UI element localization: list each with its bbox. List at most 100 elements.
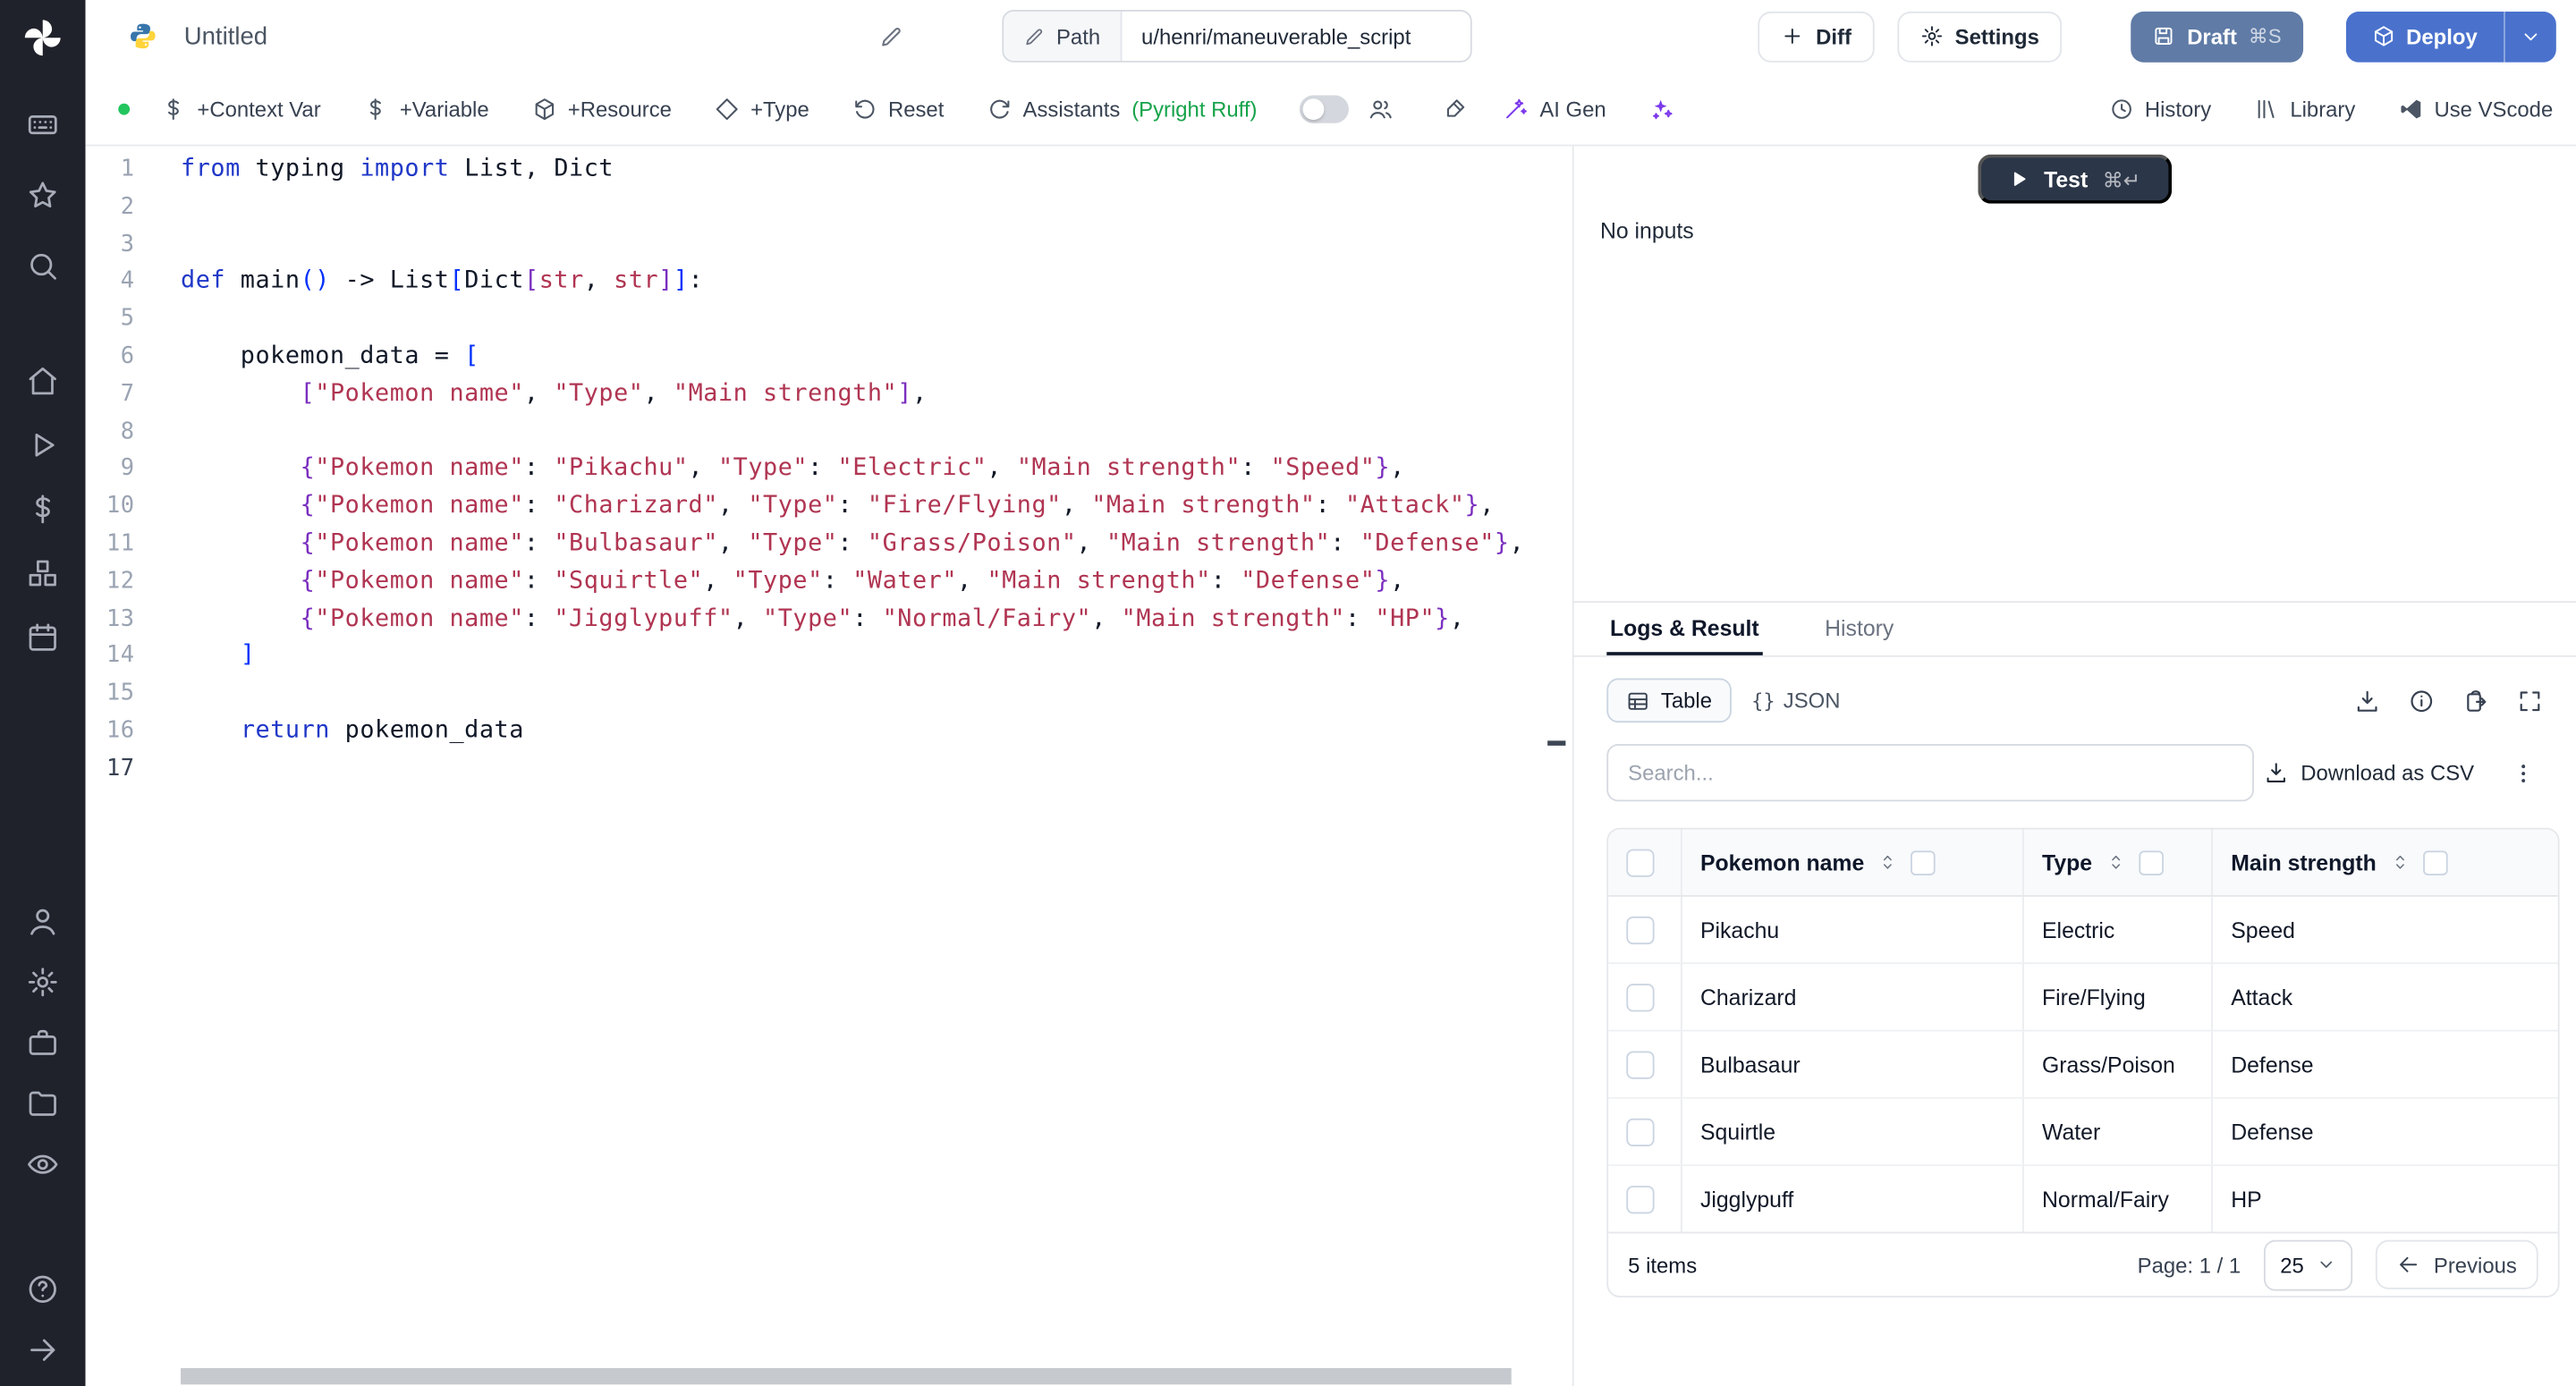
- schedules-icon[interactable]: [26, 621, 59, 654]
- table-cell: Water: [2022, 1099, 2211, 1164]
- deploy-button[interactable]: Deploy: [2345, 11, 2504, 62]
- folders-icon[interactable]: [26, 1087, 59, 1120]
- download-csv-label: Download as CSV: [2301, 760, 2474, 785]
- overview-ruler-cursor-mark: [1547, 740, 1565, 746]
- assistant-toggle[interactable]: [1300, 95, 1349, 123]
- download-icon[interactable]: [2354, 688, 2380, 714]
- tab-logs-result[interactable]: Logs & Result: [1606, 603, 1762, 655]
- runs-icon[interactable]: [26, 428, 59, 461]
- collapse-icon[interactable]: [26, 1333, 59, 1366]
- users-icon: [1368, 96, 1394, 121]
- download-icon: [2263, 760, 2288, 785]
- help-icon[interactable]: [26, 1272, 59, 1306]
- items-count: 5 items: [1628, 1252, 1697, 1277]
- user-icon[interactable]: [26, 905, 59, 938]
- code-line: 13 {"Pokemon name": "Jigglypuff", "Type"…: [86, 600, 1572, 638]
- workers-icon[interactable]: [26, 1027, 59, 1060]
- table-row: BulbasaurGrass/PoisonDefense: [1608, 1031, 2558, 1098]
- star-icon[interactable]: [26, 179, 59, 212]
- more-options-button[interactable]: [2510, 759, 2536, 785]
- test-label: Test: [2044, 166, 2088, 191]
- package-icon: [2372, 25, 2395, 48]
- row-checkbox[interactable]: [1626, 1118, 1654, 1145]
- ai-suggest-button[interactable]: [1648, 96, 1674, 121]
- copy-icon[interactable]: [2462, 688, 2488, 714]
- table-row: SquirtleWaterDefense: [1608, 1099, 2558, 1166]
- keyboard-icon[interactable]: [26, 108, 59, 141]
- info-icon[interactable]: [2409, 688, 2435, 714]
- add-resource-button[interactable]: +Resource: [531, 96, 672, 121]
- page-size-select[interactable]: 25: [2264, 1239, 2353, 1290]
- top-bar: Untitled Path Diff Settings: [86, 0, 2576, 72]
- column-header-label: Pokemon name: [1700, 849, 1864, 875]
- main-column: Untitled Path Diff Settings: [86, 0, 2576, 1386]
- code-line: 5: [86, 300, 1572, 338]
- code-editor[interactable]: 1from typing import List, Dict234def mai…: [86, 146, 1572, 1386]
- settings-icon[interactable]: [26, 966, 59, 999]
- sort-icon[interactable]: [1877, 850, 1897, 874]
- reset-label: Reset: [888, 96, 944, 121]
- variables-icon[interactable]: [26, 493, 59, 526]
- home-icon[interactable]: [26, 365, 59, 398]
- column-header-label: Type: [2042, 849, 2092, 875]
- add-type-button[interactable]: +Type: [715, 96, 809, 121]
- tab-history[interactable]: History: [1821, 603, 1897, 655]
- line-number: 12: [86, 563, 135, 601]
- reset-button[interactable]: Reset: [852, 96, 945, 121]
- row-checkbox[interactable]: [1626, 1051, 1654, 1078]
- format-button[interactable]: [1443, 96, 1468, 121]
- add-context-var-button[interactable]: +Context Var: [161, 96, 321, 121]
- multiplayer-button[interactable]: [1368, 96, 1394, 121]
- download-csv-button[interactable]: Download as CSV: [2263, 760, 2474, 785]
- resources-icon[interactable]: [26, 557, 59, 590]
- test-button[interactable]: Test ⌘↵: [1979, 155, 2172, 204]
- settings-button[interactable]: Settings: [1897, 11, 2062, 62]
- previous-page-button[interactable]: Previous: [2377, 1240, 2538, 1289]
- result-search-input[interactable]: [1606, 744, 2254, 801]
- audit-logs-icon[interactable]: [26, 1148, 59, 1181]
- table-cell: Attack: [2211, 964, 2558, 1029]
- column-option-checkbox[interactable]: [1911, 849, 1936, 875]
- code-line: 17: [86, 750, 1572, 788]
- rotate-ccw-icon: [852, 96, 877, 121]
- add-variable-button[interactable]: +Variable: [363, 96, 488, 121]
- expand-icon[interactable]: [2517, 688, 2543, 714]
- search-icon[interactable]: [26, 249, 59, 283]
- row-checkbox[interactable]: [1626, 916, 1654, 943]
- table-cell: Normal/Fairy: [2022, 1166, 2211, 1231]
- format-brush-icon: [1443, 96, 1468, 121]
- assistants-button[interactable]: Assistants (Pyright Ruff): [987, 96, 1257, 121]
- view-json-button[interactable]: {} JSON: [1751, 689, 1840, 714]
- ai-gen-button[interactable]: AI Gen: [1504, 96, 1606, 121]
- view-json-label: JSON: [1784, 689, 1841, 714]
- windmill-logo-icon[interactable]: [21, 16, 64, 59]
- history-button[interactable]: History: [2108, 96, 2211, 121]
- view-table-label: Table: [1661, 689, 1712, 714]
- chevron-down-icon: [2520, 25, 2541, 46]
- edit-pencil-icon[interactable]: [879, 24, 904, 49]
- sort-icon[interactable]: [2390, 850, 2410, 874]
- draft-button[interactable]: Draft ⌘S: [2131, 11, 2303, 62]
- library-icon: [2254, 96, 2279, 121]
- sort-icon[interactable]: [2106, 850, 2125, 874]
- library-button[interactable]: Library: [2254, 96, 2355, 121]
- select-all-checkbox[interactable]: [1626, 849, 1654, 876]
- toggle-knob: [1303, 97, 1325, 119]
- column-option-checkbox[interactable]: [2138, 849, 2163, 875]
- use-vscode-button[interactable]: Use VScode: [2398, 96, 2553, 121]
- line-number: 14: [86, 638, 135, 675]
- diff-button[interactable]: Diff: [1758, 11, 1875, 62]
- path-input[interactable]: [1122, 12, 1470, 61]
- row-checkbox[interactable]: [1626, 1185, 1654, 1213]
- column-option-checkbox[interactable]: [2422, 849, 2447, 875]
- previous-label: Previous: [2434, 1252, 2517, 1277]
- view-table-button[interactable]: Table: [1606, 679, 1732, 723]
- deploy-dropdown-button[interactable]: [2504, 11, 2556, 62]
- code-line: 4def main() -> List[Dict[str, str]]:: [86, 264, 1572, 301]
- table-cell: Charizard: [1681, 964, 2022, 1029]
- row-checkbox[interactable]: [1626, 983, 1654, 1010]
- results-tabs: Logs & Result History: [1574, 603, 2576, 657]
- table-cell: HP: [2211, 1166, 2558, 1231]
- horizontal-scrollbar[interactable]: [181, 1368, 1512, 1384]
- line-number: 1: [86, 151, 135, 189]
